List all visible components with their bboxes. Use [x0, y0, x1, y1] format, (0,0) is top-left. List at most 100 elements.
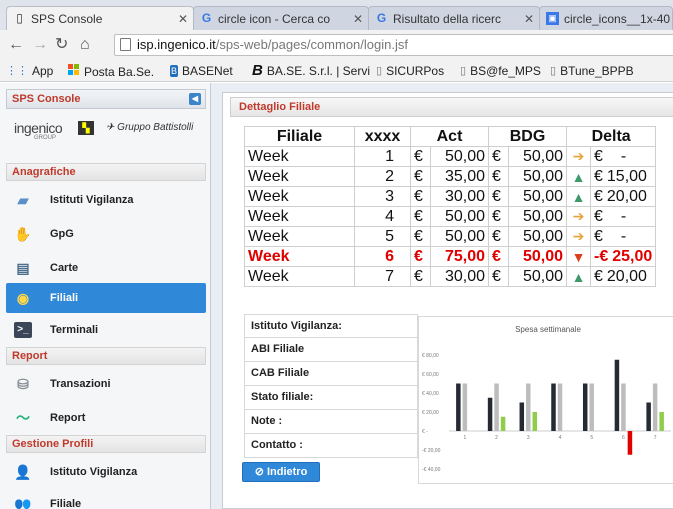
- cell-number: 1: [354, 146, 411, 167]
- info-fields: Istituto Vigilanza: ABI Filiale CAB Fili…: [244, 314, 418, 458]
- database-icon: ⛁: [17, 376, 29, 392]
- gruppo-battistolli-logo: ✈ Gruppo Battistolli: [106, 122, 193, 133]
- cell-number: 4: [354, 206, 411, 227]
- cell-act: 75,00: [430, 246, 489, 267]
- cell-bdg-currency: €: [488, 186, 509, 207]
- cell-delta-currency: €: [594, 267, 603, 285]
- table-row: Week 4 €50,00 €50,00 ➔ € -: [244, 206, 657, 227]
- bar-series-2: [652, 383, 658, 431]
- field-contatto: Contatto :: [244, 434, 418, 458]
- sidebar-item-istituti-vigilanza[interactable]: ▰ Istituti Vigilanza: [6, 185, 206, 215]
- cell-number: 5: [354, 226, 411, 247]
- sidebar-item-report[interactable]: 〜 Report: [6, 403, 206, 433]
- sidebar-item-gpg[interactable]: ✋ GpG: [6, 219, 206, 249]
- collapse-icon[interactable]: ◀: [189, 93, 201, 105]
- filiale-table: Filiale xxxx Act BDG Delta Week 1 €50,00 €5…: [244, 126, 657, 287]
- home-icon[interactable]: ⌂: [80, 36, 90, 54]
- back-arrow-icon[interactable]: ←: [8, 36, 24, 54]
- cell-delta-value: 20,00: [606, 267, 647, 285]
- user-icon: 👤: [14, 464, 32, 480]
- bookmark-label: App: [32, 64, 54, 78]
- bar-series-1: [519, 402, 525, 431]
- table-row: Week 2 €35,00 €50,00 ▲ €15,00: [244, 166, 657, 187]
- bar-series-2: [621, 383, 626, 431]
- sidebar-item-label: Carte: [50, 262, 79, 274]
- header-bdg: BDG: [488, 126, 567, 147]
- bar-series-2: [589, 383, 594, 431]
- x-tick-label: 5: [590, 435, 593, 441]
- bookmark-posta[interactable]: Posta Ba.Se.: [68, 64, 154, 79]
- cell-delta-currency: €: [594, 227, 603, 245]
- arrow-right-icon: ➔: [572, 228, 585, 244]
- browser-tab-circle-icons[interactable]: ▣ circle_icons__1x-40: [539, 6, 673, 30]
- cell-delta-currency: -€: [594, 247, 609, 265]
- cell-act: 50,00: [430, 206, 489, 227]
- sidebar-header: SPS Console ◀: [6, 89, 206, 109]
- cell-filiale: Week: [244, 146, 355, 167]
- sidebar-item-filiale[interactable]: 👥 Filiale: [6, 489, 206, 509]
- branch-icon: ◉: [16, 290, 30, 306]
- sidebar-item-carte[interactable]: ▤ Carte: [6, 253, 206, 283]
- table-row: Week 3 €30,00 €50,00 ▲ €20,00: [244, 186, 657, 207]
- bar-series-3: [532, 412, 538, 431]
- y-tick-label: -€ 40,00: [422, 467, 441, 473]
- section-gestione-profili: Gestione Profili: [6, 435, 206, 453]
- cell-delta-currency: €: [594, 187, 603, 205]
- browser-tab-risultato[interactable]: G Risultato della ricerc ✕: [368, 6, 540, 30]
- table-row: Week 1 €50,00 €50,00 ➔ € -: [244, 146, 657, 167]
- windows-icon: [68, 64, 80, 79]
- bookmarks-bar: ⋮⋮ App Posta Ba.Se. B BASENet B BA.SE. S…: [0, 60, 673, 82]
- sidebar-item-terminali[interactable]: >_ Terminali: [6, 315, 206, 345]
- address-bar[interactable]: isp.ingenico.it/sps-web/pages/common/log…: [114, 34, 673, 56]
- sidebar-item-label: Report: [50, 412, 86, 424]
- bar-series-1: [646, 402, 651, 431]
- cell-delta-value: -: [620, 147, 627, 165]
- indietro-label: Indietro: [266, 466, 308, 478]
- bookmark-basenet[interactable]: B BASENet: [170, 64, 233, 78]
- logos: ingenico GROUP ▚ ✈ Gruppo Battistolli: [14, 119, 204, 143]
- cell-delta: €20,00: [589, 186, 657, 207]
- cell-delta: € -: [589, 146, 657, 167]
- field-istituto-vigilanza: Istituto Vigilanza:: [244, 314, 418, 338]
- indietro-button[interactable]: ⊘ Indietro: [242, 462, 320, 482]
- cell-act-currency: €: [410, 206, 431, 227]
- cell-delta-value: 20,00: [606, 187, 647, 205]
- bar-series-1: [487, 397, 493, 431]
- sidebar-item-istituto-vigilanza[interactable]: 👤 Istituto Vigilanza: [6, 457, 206, 487]
- bookmark-app[interactable]: ⋮⋮ App: [6, 64, 53, 78]
- bookmark-base-srl[interactable]: B BA.SE. S.r.l. | Servi: [252, 63, 370, 78]
- cell-bdg-currency: €: [488, 166, 509, 187]
- bar-series-1: [614, 359, 620, 431]
- bookmark-btune[interactable]: ▯ BTune_BPPB: [550, 64, 634, 78]
- section-report: Report: [6, 347, 206, 365]
- bookmark-label: BASENet: [182, 64, 233, 78]
- arrow-up-icon: ▲: [571, 268, 586, 285]
- cell-delta-indicator: ▼: [566, 246, 591, 267]
- cell-act: 30,00: [430, 266, 489, 287]
- browser-tab-circle-icon[interactable]: G circle icon - Cerca co ✕: [193, 6, 369, 30]
- close-icon[interactable]: ✕: [524, 12, 534, 26]
- sidebar-item-label: Filiali: [50, 292, 79, 304]
- browser-tab-sps-console[interactable]: ▯ SPS Console ✕: [6, 6, 194, 30]
- chart-title: Spesa settimanale: [515, 325, 581, 334]
- close-icon[interactable]: ✕: [178, 12, 188, 26]
- cell-bdg-currency: €: [488, 266, 509, 287]
- cell-bdg-currency: €: [488, 246, 509, 267]
- sidebar-item-transazioni[interactable]: ⛁ Transazioni: [6, 369, 206, 399]
- cell-act: 50,00: [430, 226, 489, 247]
- bookmark-sicurpos[interactable]: ▯ SICURPos: [376, 64, 444, 78]
- y-tick-label: € 80,00: [422, 353, 439, 359]
- close-icon[interactable]: ✕: [353, 12, 363, 26]
- cell-bdg-currency: €: [488, 146, 509, 167]
- monitor-icon: ▰: [17, 192, 29, 208]
- cell-bdg: 50,00: [508, 186, 567, 207]
- page-icon: ▯: [550, 65, 557, 77]
- reload-icon[interactable]: ↻: [55, 36, 68, 54]
- bar-series-1: [456, 383, 461, 431]
- forward-arrow-icon[interactable]: →: [32, 36, 48, 54]
- card-icon: ▤: [16, 260, 30, 276]
- bookmark-bsafe[interactable]: ▯ BS@fe_MPS: [460, 64, 541, 78]
- cell-delta: € -: [589, 226, 657, 247]
- sidebar-item-filiali[interactable]: ◉ Filiali: [6, 283, 206, 313]
- cell-filiale: Week: [244, 166, 355, 187]
